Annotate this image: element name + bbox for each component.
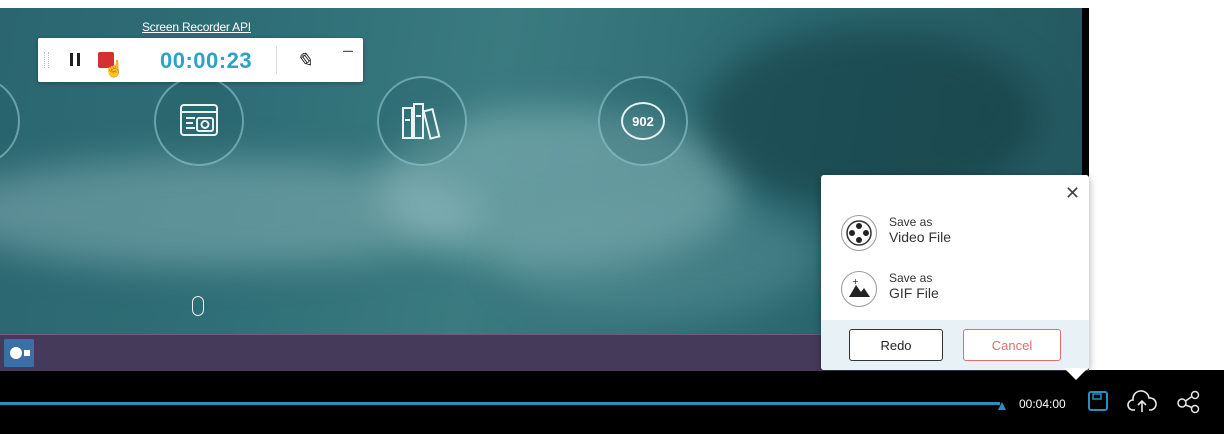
category-circle-partial[interactable]	[0, 76, 20, 166]
screen-recorder-api-link[interactable]: Screen Recorder API	[142, 20, 251, 34]
top-margin	[0, 0, 1224, 8]
hand-cursor-icon: ☝	[104, 61, 124, 78]
playback-scrubber-handle[interactable]	[998, 402, 1006, 410]
annotate-pen-button[interactable]: ✎	[296, 48, 313, 73]
recording-toolbar: ☝ 00:00:23 ✎ –	[38, 38, 363, 82]
share-icon[interactable]	[1176, 390, 1202, 419]
books-icon	[402, 103, 441, 140]
minimize-button[interactable]: –	[343, 40, 353, 61]
end-time: 00:04:00	[1019, 397, 1066, 411]
save-as-gif-option[interactable]: + Save as GIF File	[841, 267, 1041, 311]
close-icon[interactable]: ✕	[1065, 183, 1080, 204]
comments-circle[interactable]: 902	[598, 76, 688, 166]
popup-pointer	[1064, 368, 1088, 380]
library-circle[interactable]	[377, 76, 467, 166]
toolbar-divider	[276, 46, 277, 74]
drag-handle-icon[interactable]	[44, 52, 49, 68]
pause-button[interactable]	[66, 50, 86, 70]
playback-progress-bar[interactable]	[0, 402, 1000, 405]
screen-recorder-screen: 902 Screen Recorder API ☝ 00:00:23 ✎ – ✕	[0, 0, 1224, 434]
gif-option-line1: Save as	[889, 271, 933, 285]
scroll-mouse-icon	[192, 296, 204, 316]
svg-text:+: +	[852, 277, 859, 286]
redo-button[interactable]: Redo	[849, 329, 943, 361]
save-as-video-option[interactable]: Save as Video File	[841, 211, 1041, 255]
image-mountain-icon: +	[841, 271, 877, 307]
right-margin	[1089, 0, 1224, 370]
video-option-line2: Video File	[889, 229, 952, 245]
video-option-line1: Save as	[889, 215, 933, 229]
screenshot-circle[interactable]	[154, 76, 244, 166]
save-icon[interactable]	[1087, 390, 1109, 417]
screenshot-icon	[180, 104, 218, 136]
comment-count-badge: 902	[621, 102, 665, 140]
cancel-button[interactable]: Cancel	[963, 329, 1061, 361]
film-reel-icon	[841, 215, 877, 251]
save-popup: ✕ Save as Video File + Save as GIF File …	[821, 175, 1089, 370]
gif-option-line2: GIF File	[889, 285, 939, 301]
cloud-upload-icon[interactable]	[1127, 390, 1157, 419]
popup-footer: Redo Cancel	[821, 320, 1089, 370]
webcam-icon[interactable]	[4, 339, 34, 367]
recording-timer: 00:00:23	[160, 48, 253, 73]
